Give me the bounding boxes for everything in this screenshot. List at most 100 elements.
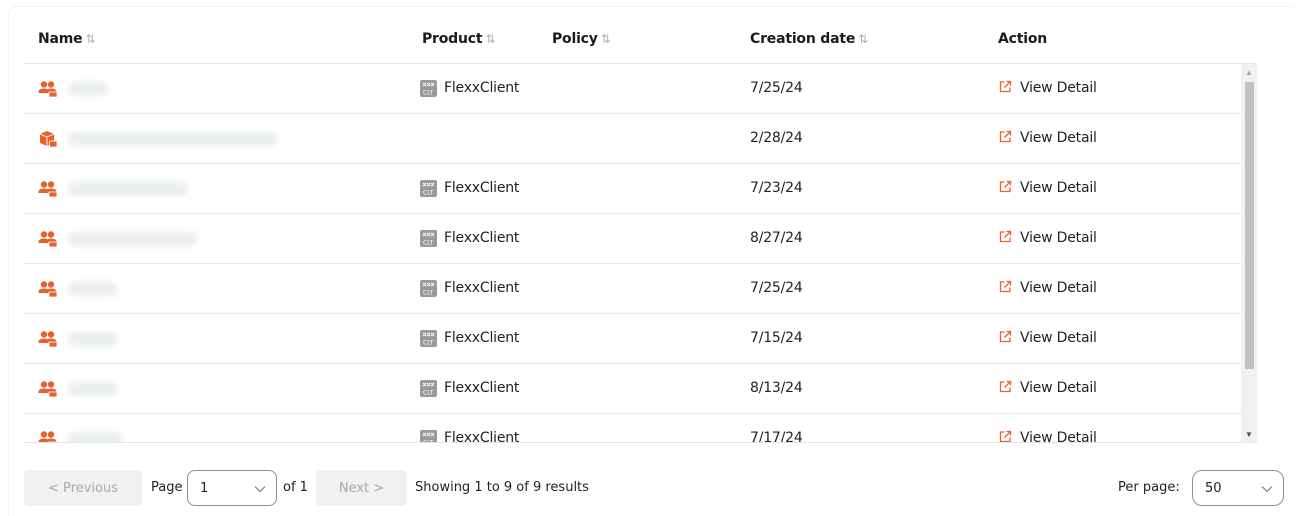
redacted-name: [68, 282, 118, 296]
creation-date: 8/13/24: [750, 380, 803, 396]
table-row[interactable]: CLT FlexxClient 7/23/24 View Detail: [24, 164, 1241, 214]
creation-date: 8/27/24: [750, 230, 803, 246]
chevron-down-icon: [1261, 483, 1273, 496]
per-page-select-value: 50: [1205, 480, 1222, 496]
external-link-icon: [999, 80, 1012, 96]
table-row[interactable]: CLT FlexxClient 7/17/24 View Detail: [24, 414, 1241, 442]
table-row[interactable]: CLT FlexxClient 8/27/24 View Detail: [24, 214, 1241, 264]
column-header-creation-date[interactable]: Creation date ⇅: [750, 31, 868, 47]
redacted-name: [68, 332, 118, 346]
table-row[interactable]: CLT FlexxClient 7/25/24 View Detail: [24, 64, 1241, 114]
svg-text:CLT: CLT: [423, 90, 434, 97]
view-detail-label: View Detail: [1020, 80, 1097, 96]
view-detail-label: View Detail: [1020, 130, 1097, 146]
results-summary: Showing 1 to 9 of 9 results: [415, 480, 589, 495]
scroll-up-arrow-icon[interactable]: ▲: [1241, 64, 1257, 80]
page-label: Page: [151, 480, 183, 495]
creation-date: 7/25/24: [750, 280, 803, 296]
product-label: FlexxClient: [444, 180, 520, 196]
sort-icon: ⇅: [858, 32, 868, 46]
table-row[interactable]: CLT FlexxClient 8/13/24 View Detail: [24, 364, 1241, 414]
product-label: FlexxClient: [444, 380, 520, 396]
flexxclient-product-icon: CLT: [420, 330, 437, 347]
view-detail-link[interactable]: View Detail: [999, 280, 1097, 296]
view-detail-label: View Detail: [1020, 230, 1097, 246]
sort-icon: ⇅: [485, 32, 496, 46]
view-detail-link[interactable]: View Detail: [999, 180, 1097, 196]
view-detail-link[interactable]: View Detail: [999, 380, 1097, 396]
external-link-icon: [999, 330, 1012, 346]
divider: [24, 442, 1257, 443]
page-count-label: of 1: [283, 480, 308, 495]
redacted-name: [68, 82, 108, 96]
column-header-policy[interactable]: Policy ⇅: [552, 31, 611, 47]
external-link-icon: [999, 180, 1012, 196]
next-page-button[interactable]: Next >: [316, 470, 407, 506]
redacted-name: [68, 182, 188, 196]
package-icon: [38, 130, 58, 148]
flexxclient-product-icon: CLT: [420, 80, 437, 97]
table-scrollbar[interactable]: ▲ ▼: [1241, 64, 1257, 442]
page-select-value: 1: [200, 480, 209, 496]
product-label: FlexxClient: [444, 430, 520, 442]
previous-page-button[interactable]: < Previous: [24, 470, 142, 506]
name-cell: [38, 428, 123, 442]
flexxclient-product-icon: CLT: [420, 180, 437, 197]
svg-text:CLT: CLT: [423, 190, 434, 197]
flexxclient-product-icon: CLT: [420, 230, 437, 247]
users-group-icon: [38, 80, 58, 98]
product-label: FlexxClient: [444, 280, 520, 296]
table-row[interactable]: 2/28/24 View Detail: [24, 114, 1241, 164]
view-detail-link[interactable]: View Detail: [999, 130, 1097, 146]
table-row[interactable]: CLT FlexxClient 7/15/24 View Detail: [24, 314, 1241, 364]
flexxclient-product-icon: CLT: [420, 380, 437, 397]
creation-date: 7/17/24: [750, 430, 803, 442]
product-label: FlexxClient: [444, 230, 520, 246]
name-cell: [38, 178, 188, 200]
column-header-action: Action: [998, 31, 1048, 47]
creation-date: 7/25/24: [750, 80, 803, 96]
scroll-down-arrow-icon[interactable]: ▼: [1241, 426, 1257, 442]
view-detail-label: View Detail: [1020, 430, 1097, 442]
view-detail-link[interactable]: View Detail: [999, 330, 1097, 346]
external-link-icon: [999, 130, 1012, 146]
table-row[interactable]: CLT FlexxClient 7/25/24 View Detail: [24, 264, 1241, 314]
svg-text:CLT: CLT: [423, 240, 434, 247]
column-header-product[interactable]: Product ⇅: [422, 31, 495, 47]
view-detail-label: View Detail: [1020, 180, 1097, 196]
per-page-label: Per page:: [1118, 480, 1180, 495]
external-link-icon: [999, 230, 1012, 246]
users-group-icon: [38, 230, 58, 248]
view-detail-label: View Detail: [1020, 380, 1097, 396]
name-cell: [38, 78, 108, 100]
redacted-name: [68, 382, 118, 396]
redacted-name: [68, 232, 198, 246]
users-group-icon: [38, 380, 58, 398]
pagination-bar: < Previous Page 1 of 1 Next > Showing 1 …: [24, 470, 1284, 506]
external-link-icon: [999, 380, 1012, 396]
product-label: FlexxClient: [444, 330, 520, 346]
external-link-icon: [999, 430, 1012, 442]
table-header: Name ⇅ Product ⇅ Policy ⇅ Creation date ⇅ Ac…: [24, 16, 1257, 64]
sort-icon: ⇅: [600, 32, 611, 46]
redacted-name: [68, 132, 278, 146]
svg-text:CLT: CLT: [423, 290, 434, 297]
creation-date: 7/15/24: [750, 330, 803, 346]
name-cell: [38, 378, 118, 400]
view-detail-link[interactable]: View Detail: [999, 80, 1097, 96]
view-detail-link[interactable]: View Detail: [999, 430, 1097, 442]
svg-text:CLT: CLT: [423, 390, 434, 397]
page-select[interactable]: 1: [187, 470, 277, 506]
name-cell: [38, 228, 198, 250]
name-cell: [38, 328, 118, 350]
creation-date: 7/23/24: [750, 180, 803, 196]
per-page-select[interactable]: 50: [1192, 470, 1284, 506]
column-header-name[interactable]: Name ⇅: [38, 31, 96, 47]
product-label: FlexxClient: [444, 80, 520, 96]
flexxclient-product-icon: CLT: [420, 280, 437, 297]
view-detail-link[interactable]: View Detail: [999, 230, 1097, 246]
users-group-icon: [38, 330, 58, 348]
sort-icon: ⇅: [85, 32, 96, 46]
creation-date: 2/28/24: [750, 130, 803, 146]
scroll-thumb[interactable]: [1245, 82, 1254, 369]
